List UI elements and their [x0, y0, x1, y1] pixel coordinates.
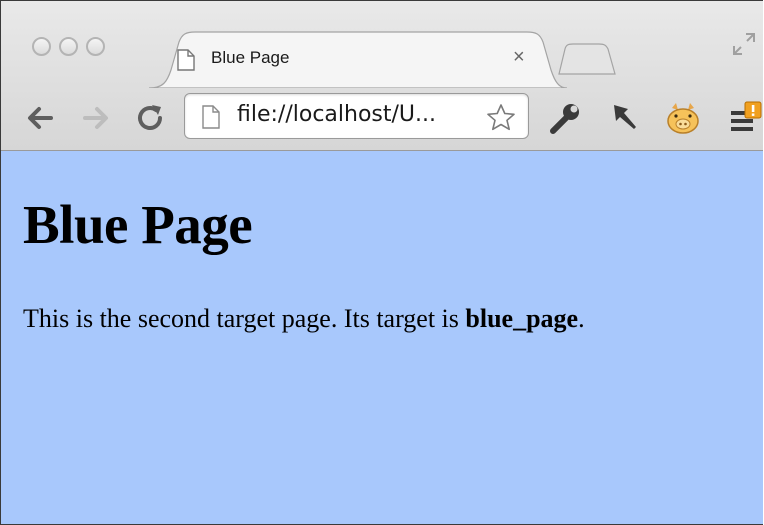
fullscreen-icon[interactable] [731, 31, 757, 57]
minimize-window-button[interactable] [59, 37, 78, 56]
new-tab-button[interactable] [557, 43, 617, 75]
reload-icon[interactable] [134, 101, 168, 135]
address-bar[interactable]: file://localhost/U... [184, 93, 529, 139]
forward-arrow-icon[interactable] [79, 101, 113, 135]
pin-icon[interactable] [606, 99, 642, 135]
page-content: Blue Page This is the second target page… [1, 151, 763, 524]
star-icon[interactable] [486, 103, 516, 131]
tab-close-button[interactable]: × [513, 45, 525, 69]
close-window-button[interactable] [32, 37, 51, 56]
paragraph-text: This is the second target page. Its targ… [23, 304, 466, 333]
page-paragraph: This is the second target page. Its targ… [23, 304, 585, 334]
url-text: file://localhost/U... [237, 102, 436, 127]
page-icon [202, 105, 220, 129]
tab-title: Blue Page [211, 48, 290, 67]
wrench-icon[interactable] [545, 99, 583, 137]
page-title: Blue Page [23, 194, 253, 255]
menu-notification-icon[interactable] [729, 99, 763, 137]
back-arrow-icon[interactable] [23, 101, 57, 135]
zoom-window-button[interactable] [86, 37, 105, 56]
browser-window: Blue Page × file://localhost/U... Blue P… [0, 0, 763, 525]
paragraph-suffix: . [578, 304, 585, 333]
piggy-bank-icon[interactable] [663, 99, 703, 139]
target-name: blue_page [465, 304, 579, 333]
page-icon [177, 49, 195, 71]
browser-chrome: Blue Page × file://localhost/U... [1, 1, 763, 151]
